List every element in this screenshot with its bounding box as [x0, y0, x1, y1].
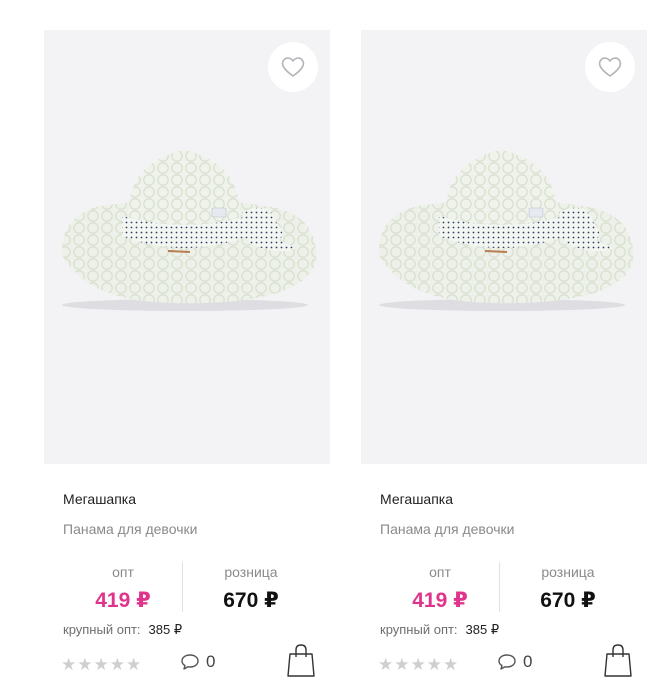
opt-price-value: 419 ₽ [95, 589, 151, 612]
product-card[interactable]: Мегашапка Панама для девочки опт 419 ₽ р… [44, 30, 330, 690]
star-icon[interactable]: ★ [427, 656, 442, 673]
shopping-bag-icon [287, 644, 315, 677]
retail-price-value: 670 ₽ [223, 589, 279, 612]
price-divider [499, 562, 500, 612]
opt-price-value: 419 ₽ [412, 589, 468, 612]
rating-stars[interactable]: ★ ★ ★ ★ ★ [378, 656, 458, 673]
star-icon[interactable]: ★ [411, 656, 426, 673]
add-to-cart-button[interactable] [286, 642, 316, 683]
product-brand[interactable]: Мегашапка [63, 491, 136, 507]
comments-link[interactable]: 0 [497, 652, 532, 672]
add-to-cart-button[interactable] [603, 642, 633, 683]
star-icon[interactable]: ★ [61, 656, 76, 673]
rating-stars[interactable]: ★ ★ ★ ★ ★ [61, 656, 141, 673]
bulk-price-value: 385 ₽ [148, 622, 183, 637]
heart-icon [598, 57, 622, 77]
favorite-button[interactable] [585, 42, 635, 92]
speech-bubble-icon [498, 654, 516, 670]
star-icon[interactable]: ★ [378, 656, 393, 673]
star-icon[interactable]: ★ [394, 656, 409, 673]
speech-bubble-icon [181, 654, 199, 670]
favorite-button[interactable] [268, 42, 318, 92]
star-icon[interactable]: ★ [77, 656, 92, 673]
product-name[interactable]: Панама для девочки [380, 521, 514, 537]
opt-price-block: опт 419 ₽ [63, 564, 183, 613]
retail-price-block: розница 670 ₽ [191, 564, 311, 613]
bulk-price-label: крупный опт: [63, 622, 141, 637]
star-icon[interactable]: ★ [443, 656, 458, 673]
opt-price-block: опт 419 ₽ [380, 564, 500, 613]
retail-price-value: 670 ₽ [540, 589, 596, 612]
comments-count: 0 [206, 652, 216, 671]
opt-price-label: опт [112, 564, 134, 580]
star-icon[interactable]: ★ [126, 656, 141, 673]
price-divider [182, 562, 183, 612]
star-icon[interactable]: ★ [94, 656, 109, 673]
product-card[interactable]: Мегашапка Панама для девочки опт 419 ₽ р… [361, 30, 647, 690]
product-image[interactable] [44, 30, 330, 464]
product-image[interactable] [361, 30, 647, 464]
star-icon[interactable]: ★ [110, 656, 125, 673]
hat-image [61, 150, 317, 311]
hat-image [378, 150, 634, 311]
opt-price-label: опт [429, 564, 451, 580]
comments-count: 0 [523, 652, 533, 671]
retail-price-label: розница [224, 564, 278, 580]
retail-price-label: розница [541, 564, 595, 580]
bulk-price-value: 385 ₽ [465, 622, 500, 637]
retail-price-block: розница 670 ₽ [508, 564, 628, 613]
product-name[interactable]: Панама для девочки [63, 521, 197, 537]
bulk-price-label: крупный опт: [380, 622, 458, 637]
bulk-price: крупный опт: 385 ₽ [380, 622, 499, 638]
shopping-bag-icon [604, 644, 632, 677]
heart-icon [281, 57, 305, 77]
bulk-price: крупный опт: 385 ₽ [63, 622, 182, 638]
product-brand[interactable]: Мегашапка [380, 491, 453, 507]
comments-link[interactable]: 0 [180, 652, 215, 672]
